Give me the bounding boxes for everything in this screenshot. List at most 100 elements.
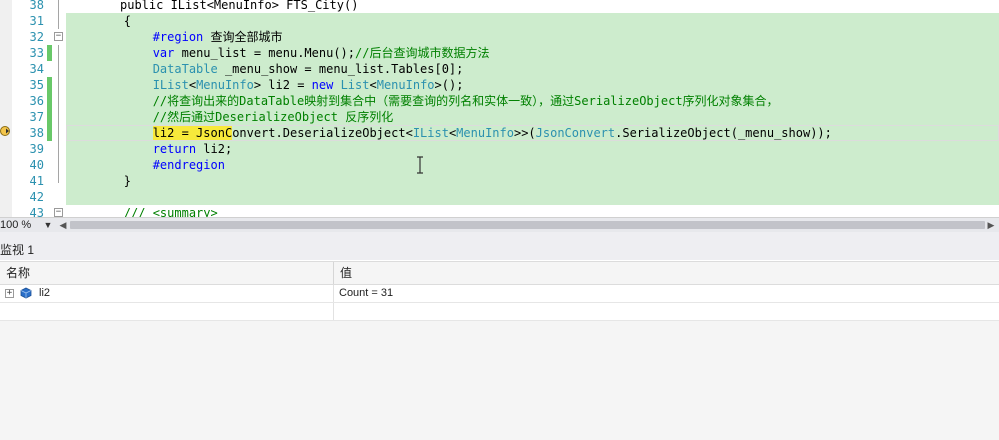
- outline-guide: [58, 173, 59, 183]
- code-line[interactable]: 35 IList<MenuInfo> li2 = new List<MenuIn…: [0, 77, 999, 93]
- code-text[interactable]: return li2;: [66, 141, 999, 157]
- horizontal-scroll-thumb[interactable]: [70, 221, 985, 229]
- code-editor[interactable]: 38 public IList<MenuInfo> FTS_City() 31 {3…: [0, 0, 999, 217]
- scroll-right-icon[interactable]: ▶: [986, 219, 996, 231]
- column-header-value[interactable]: 值: [340, 265, 352, 281]
- scroll-left-icon[interactable]: ◀: [58, 219, 68, 231]
- outline-guide: [58, 93, 59, 109]
- outline-guide: [58, 157, 59, 173]
- code-token: var: [152, 46, 175, 60]
- indicator-margin[interactable]: [0, 157, 12, 173]
- code-line[interactable]: 42: [0, 189, 999, 205]
- line-number: 40: [29, 158, 44, 172]
- code-token: {: [66, 14, 132, 28]
- outline-margin: [52, 109, 66, 125]
- code-text[interactable]: #endregion: [66, 157, 999, 173]
- code-token: #region: [66, 30, 211, 44]
- code-text[interactable]: IList<MenuInfo> li2 = new List<MenuInfo>…: [66, 77, 999, 93]
- code-text-content: DataTable _menu_show = menu_list.Tables[…: [66, 61, 464, 77]
- code-line[interactable]: 37 //然后通过DeserializeObject 反序列化: [0, 109, 999, 125]
- indicator-margin[interactable]: [0, 189, 12, 205]
- indicator-margin[interactable]: [0, 77, 12, 93]
- object-icon: [20, 287, 32, 299]
- code-token: IList: [152, 78, 189, 92]
- code-token: <: [188, 78, 197, 92]
- zoom-dropdown-icon[interactable]: ▼: [42, 219, 54, 231]
- code-token: >();: [434, 78, 464, 92]
- code-line[interactable]: 36 //将查询出来的DataTable映射到集合中（需要查询的列名和实体一致）…: [0, 93, 999, 109]
- outline-margin: [52, 13, 66, 29]
- code-text[interactable]: DataTable _menu_show = menu_list.Tables[…: [66, 61, 999, 77]
- indicator-margin[interactable]: [0, 93, 12, 109]
- indicator-margin[interactable]: [0, 61, 12, 77]
- code-token: DataTable: [152, 62, 218, 76]
- code-token: new: [311, 78, 334, 92]
- panel-splitter[interactable]: [0, 232, 999, 240]
- code-line[interactable]: 32 − #region 查询全部城市: [0, 29, 999, 45]
- code-line[interactable]: 31 {: [0, 13, 999, 29]
- code-line[interactable]: 40 #endregion: [0, 157, 999, 173]
- code-text[interactable]: {: [66, 13, 999, 29]
- line-number: 37: [29, 110, 44, 124]
- indicator-margin[interactable]: [0, 45, 12, 61]
- code-line[interactable]: 33 var menu_list = menu.Menu();//后台查询城市数…: [0, 45, 999, 61]
- indicator-margin[interactable]: [0, 141, 12, 157]
- zoom-level[interactable]: 100 %: [0, 219, 40, 231]
- row-column-divider: [333, 303, 334, 320]
- code-line[interactable]: 39 return li2;: [0, 141, 999, 157]
- code-text[interactable]: li2 = JsonConvert.DeserializeObject<ILis…: [66, 125, 999, 141]
- outline-margin: [52, 45, 66, 61]
- code-text[interactable]: //然后通过DeserializeObject 反序列化: [66, 109, 999, 125]
- code-text[interactable]: public IList<MenuInfo> FTS_City(): [66, 0, 999, 13]
- outline-guide: [58, 125, 59, 141]
- code-line[interactable]: 34 DataTable _menu_show = menu_list.Tabl…: [0, 61, 999, 77]
- code-token: menu_list = menu.Menu();: [174, 46, 356, 60]
- code-text[interactable]: //将查询出来的DataTable映射到集合中（需要查询的列名和实体一致），通过…: [66, 93, 999, 109]
- execution-pointer-icon: [0, 126, 10, 136]
- code-text-content: /// <summary>: [66, 205, 218, 217]
- expand-icon[interactable]: +: [5, 289, 14, 298]
- line-number: 42: [29, 190, 44, 204]
- indicator-margin[interactable]: [0, 109, 12, 125]
- collapse-icon[interactable]: −: [54, 32, 63, 41]
- code-token: //后台查询城市数据方法: [355, 46, 490, 60]
- code-text-content: return li2;: [66, 141, 232, 157]
- column-resize-handle[interactable]: [333, 262, 334, 284]
- indicator-margin[interactable]: [0, 205, 12, 217]
- code-token: _menu_show = menu_list.Tables[0];: [217, 62, 464, 76]
- indicator-margin[interactable]: [0, 29, 12, 45]
- outline-guide: [58, 13, 59, 29]
- indicator-margin[interactable]: [0, 173, 12, 189]
- code-token: IList: [412, 126, 449, 140]
- watch-row-empty[interactable]: [0, 303, 999, 321]
- code-text[interactable]: [66, 189, 999, 205]
- code-token: onvert.DeserializeObject<: [232, 126, 413, 140]
- code-text-content: #endregion: [66, 157, 225, 173]
- outline-guide: [58, 109, 59, 125]
- code-line[interactable]: 38 li2 = JsonConvert.DeserializeObject<I…: [0, 125, 999, 141]
- collapse-icon[interactable]: −: [54, 208, 63, 217]
- column-header-name[interactable]: 名称: [6, 265, 30, 281]
- code-token: MenuInfo: [456, 126, 514, 140]
- watch-row[interactable]: + li2 Count = 31: [0, 285, 999, 303]
- code-text[interactable]: #region 查询全部城市: [66, 29, 999, 45]
- code-text[interactable]: /// <summary>: [66, 205, 999, 217]
- code-text[interactable]: }: [66, 173, 999, 189]
- line-number: 38: [29, 0, 44, 12]
- code-text[interactable]: var menu_list = menu.Menu();//后台查询城市数据方法: [66, 45, 999, 61]
- outline-guide: [58, 45, 59, 61]
- code-line[interactable]: 43 − /// <summary>: [0, 205, 999, 217]
- row-column-divider: [333, 285, 334, 302]
- code-line[interactable]: 41 }: [0, 173, 999, 189]
- outline-guide: [58, 77, 59, 93]
- text-cursor-icon: [417, 156, 423, 174]
- code-line-partial[interactable]: 38 public IList<MenuInfo> FTS_City(): [0, 0, 999, 13]
- outline-margin: [52, 0, 66, 13]
- outline-margin: [52, 173, 66, 189]
- outline-margin: [52, 77, 66, 93]
- indicator-margin[interactable]: [0, 13, 12, 29]
